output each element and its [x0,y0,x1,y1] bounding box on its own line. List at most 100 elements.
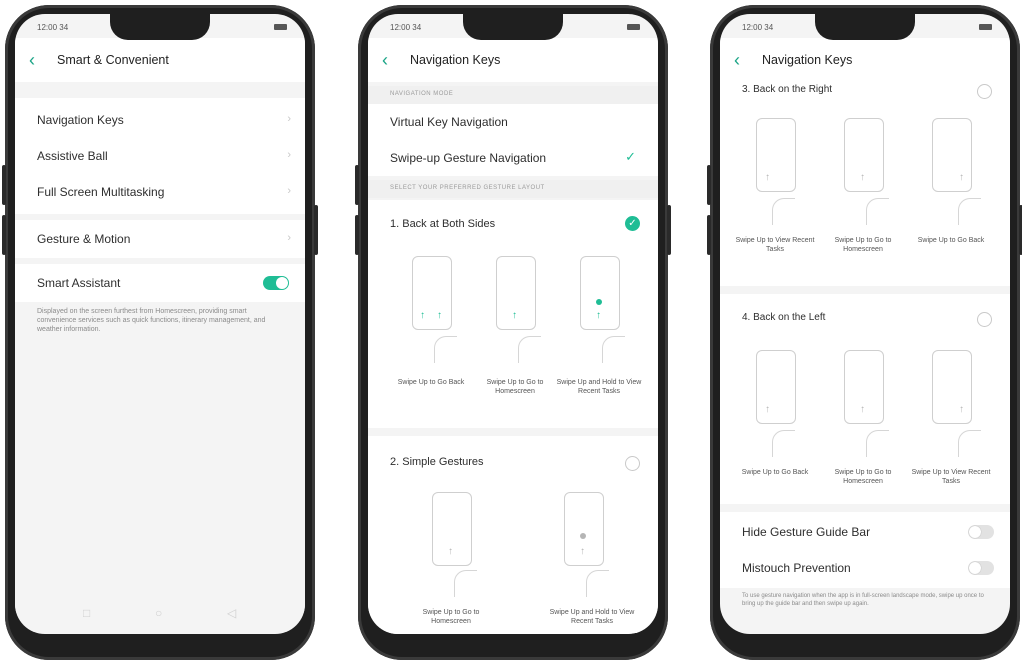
hand-icon [958,198,981,225]
chevron-right-icon: › [287,113,291,125]
back-chevron-icon[interactable]: ‹ [382,51,396,69]
gesture-phone-illustration: ↑ [496,256,536,330]
gesture-phone-illustration: ↑ [932,118,972,192]
smart-assistant-caption: Displayed on the screen furthest from Ho… [37,308,266,333]
phone-frame-3: 12:00 34 ‹ Navigation Keys 3. Back on th… [707,5,1022,660]
gesture-caption: Swipe Up to Go to Homescreen [486,379,544,395]
back-icon[interactable]: ◁ [227,606,236,620]
arrow-up-icon: ↑ [580,546,585,557]
layout-label: 4. Back on the Left [742,312,826,323]
radio-unchecked-icon[interactable] [977,84,992,99]
layout-option-back-both-sides[interactable]: 1. Back at Both Sides ✓ ↑ ↑ ↑ ↑ Swipe Up… [368,200,658,428]
screen-navigation-keys: 12:00 34 ‹ Navigation Keys NAVIGATION MO… [368,14,658,634]
gesture-phone-illustration: ↑ [432,492,472,566]
notch [463,14,563,40]
hand-icon [772,430,795,457]
page-title: Navigation Keys [410,53,501,67]
mode-virtual-key[interactable]: Virtual Key Navigation [368,104,658,140]
arrow-up-icon: ↑ [437,310,442,321]
hand-icon [518,336,541,363]
notch [815,14,915,40]
gesture-layout-header: SELECT YOUR PREFERRED GESTURE LAYOUT [368,180,658,198]
hide-gesture-bar-toggle[interactable] [968,525,994,539]
screen-smart-convenient: 12:00 34 ‹ Smart & Convenient Navigation… [15,14,305,634]
gesture-phone-illustration: ↑ [564,492,604,566]
row-assistive-ball[interactable]: Assistive Ball › [15,138,305,174]
check-icon: ✓ [625,149,636,164]
smart-assistant-toggle[interactable] [263,276,289,290]
home-icon[interactable]: ○ [155,606,162,620]
row-label: Mistouch Prevention [742,561,851,575]
gesture-phone-illustration: ↑ [756,350,796,424]
arrow-up-icon: ↑ [512,310,517,321]
gesture-phone-illustration: ↑ [756,118,796,192]
hold-dot-icon [596,299,602,305]
status-time: 12:00 34 [37,23,69,32]
layout-option-simple-gestures[interactable]: 2. Simple Gestures ↑ ↑ Swipe Up to Go to… [368,436,658,634]
back-chevron-icon[interactable]: ‹ [29,51,43,69]
arrow-up-icon: ↑ [765,172,770,183]
layout-label: 3. Back on the Right [742,84,833,95]
row-full-screen-multitasking[interactable]: Full Screen Multitasking › [15,174,305,210]
gesture-caption: Swipe Up to Go to Homescreen [422,609,480,625]
layout-label: 2. Simple Gestures [390,456,484,468]
gesture-caption: Swipe Up to Go Back [397,379,465,386]
row-label: Hide Gesture Guide Bar [742,525,871,539]
hand-icon [586,570,609,597]
row-mistouch-prevention: Mistouch Prevention [720,550,1010,586]
arrow-up-icon: ↑ [448,546,453,557]
navigation-mode-group: Virtual Key Navigation Swipe-up Gesture … [368,104,658,176]
back-chevron-icon[interactable]: ‹ [734,51,748,69]
gesture-caption: Swipe Up to View Recent Tasks [735,237,815,253]
chevron-right-icon: › [287,185,291,197]
power-button [667,205,671,255]
volume-button [2,165,6,205]
volume-button [707,165,711,205]
screen-navigation-keys-scrolled: 12:00 34 ‹ Navigation Keys 3. Back on th… [720,14,1010,634]
gesture-phone-illustration: ↑ [580,256,620,330]
recent-apps-icon[interactable]: □ [83,606,90,620]
status-time: 12:00 34 [390,23,422,32]
notch [110,14,210,40]
mode-label: Virtual Key Navigation [390,115,508,129]
status-time: 12:00 34 [742,23,774,32]
arrow-up-icon: ↑ [860,404,865,415]
battery-icon [274,24,287,30]
row-gesture-motion[interactable]: Gesture & Motion › [15,221,305,257]
row-smart-assistant: Smart Assistant [15,265,305,301]
arrow-up-icon: ↑ [860,172,865,183]
settings-group: Gesture & Motion › [15,220,305,258]
row-label: Smart Assistant [37,276,121,290]
phone-frame-1: 12:00 34 ‹ Smart & Convenient Navigation… [2,5,318,660]
gesture-caption: Swipe Up to Go to Homescreen [834,237,892,253]
arrow-up-icon: ↑ [959,404,964,415]
layout-option-back-left[interactable]: 4. Back on the Left ↑ ↑ ↑ Swipe Up to Go… [720,294,1010,504]
row-label: Gesture & Motion [37,232,131,246]
row-navigation-keys[interactable]: Navigation Keys › [15,102,305,138]
hold-dot-icon [580,533,586,539]
page-title: Navigation Keys [762,53,853,67]
chevron-right-icon: › [287,232,291,244]
arrow-up-icon: ↑ [420,310,425,321]
hand-icon [866,430,889,457]
arrow-up-icon: ↑ [765,404,770,415]
hand-icon [772,198,795,225]
layout-label: 1. Back at Both Sides [390,218,496,230]
radio-checked-icon[interactable]: ✓ [625,216,640,231]
radio-unchecked-icon[interactable] [977,312,992,327]
mistouch-toggle[interactable] [968,561,994,575]
title-bar: ‹ Smart & Convenient [15,38,305,82]
system-nav-bar: □ ○ ◁ [15,594,305,632]
volume-button [355,215,359,255]
hand-icon [602,336,625,363]
mode-swipe-up-gesture[interactable]: Swipe-up Gesture Navigation ✓ [368,140,658,176]
phone-frame-2: 12:00 34 ‹ Navigation Keys NAVIGATION MO… [355,5,671,660]
hand-icon [434,336,457,363]
arrow-up-icon: ↑ [959,172,964,183]
gesture-caption: Swipe Up to Go Back [741,469,809,476]
gesture-phone-illustration: ↑ [932,350,972,424]
title-bar: ‹ Navigation Keys [720,38,1010,76]
layout-option-back-right[interactable]: 3. Back on the Right ↑ ↑ ↑ Swipe Up to V… [720,76,1010,286]
gesture-caption: Swipe Up and Hold to View Recent Tasks [556,379,642,395]
radio-unchecked-icon[interactable] [625,456,640,471]
